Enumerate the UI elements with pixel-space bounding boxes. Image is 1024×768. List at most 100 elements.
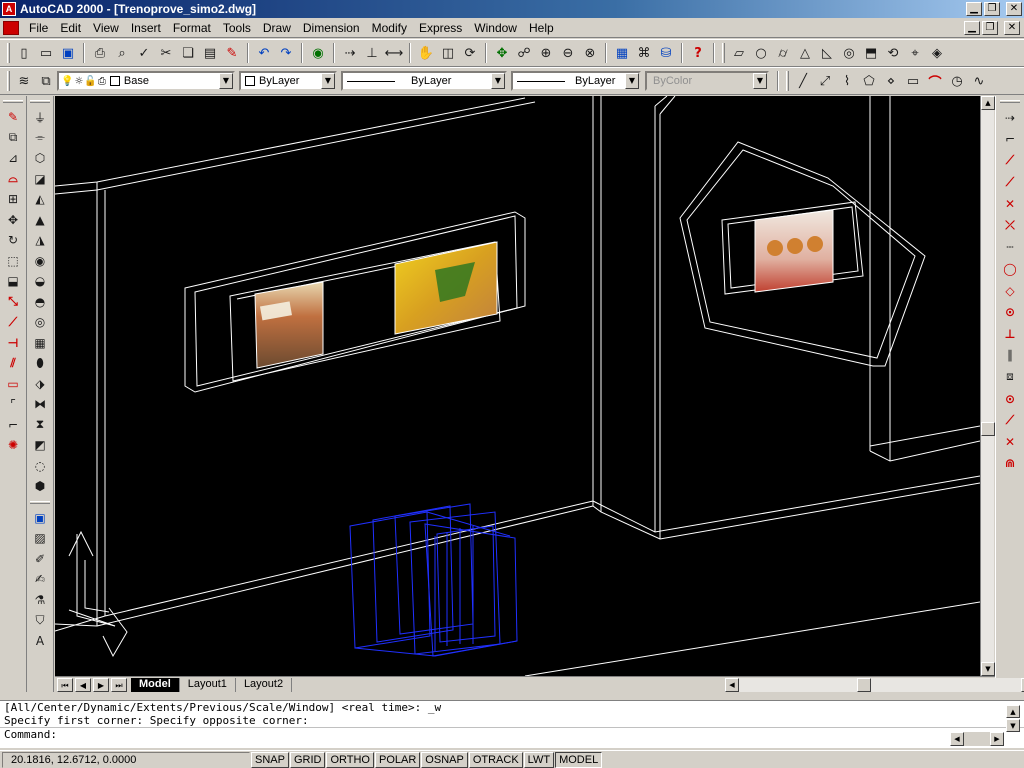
help-icon[interactable]: ?	[687, 42, 709, 64]
paste-icon[interactable]: ▤	[199, 42, 221, 64]
slice-icon[interactable]: ⌖	[904, 42, 926, 64]
snap-midpoint-icon[interactable]: ⟋	[999, 172, 1021, 194]
pan-icon[interactable]: ✥	[491, 42, 513, 64]
snap-nearest-icon[interactable]: ⟋	[999, 409, 1021, 431]
design-center-icon[interactable]: ⌘	[633, 42, 655, 64]
tab-prev-icon[interactable]: ◀	[75, 677, 91, 692]
arc-icon[interactable]: ⌒	[924, 70, 946, 92]
save-icon[interactable]: ▣	[57, 42, 79, 64]
chevron-down-icon[interactable]: ▼	[491, 73, 505, 89]
new-icon[interactable]: ▯	[13, 42, 35, 64]
menu-insert[interactable]: Insert	[125, 21, 167, 35]
box-icon[interactable]: ▱	[728, 42, 750, 64]
solid-wedge-icon[interactable]: ◪	[29, 169, 51, 190]
array-icon[interactable]: ⊞	[2, 189, 24, 210]
temp-tracking-icon[interactable]: ⇢	[999, 107, 1021, 129]
print-preview-icon[interactable]: ⌕	[111, 42, 133, 64]
tab-layout2[interactable]: Layout2	[236, 677, 293, 692]
chevron-down-icon[interactable]: ▼	[219, 73, 233, 89]
hide-icon[interactable]: ▨	[29, 528, 51, 549]
rectangle-icon[interactable]: ▭	[902, 70, 924, 92]
light-icon[interactable]: ✍	[29, 569, 51, 590]
zoom-realtime-icon[interactable]: ☍	[513, 42, 535, 64]
copy-icon[interactable]: ❏	[177, 42, 199, 64]
torus-icon[interactable]: ◎	[838, 42, 860, 64]
section-icon[interactable]: ◈	[926, 42, 948, 64]
layer-dropdown[interactable]: 💡 ☼ 🔓 ⎙ Base ▼	[57, 71, 235, 91]
lineweight-dropdown[interactable]: ByLayer ▼	[511, 71, 641, 91]
layers-icon[interactable]: ⧉	[35, 70, 57, 92]
linetype-dropdown[interactable]: ByLayer ▼	[341, 71, 507, 91]
cut-icon[interactable]: ✂	[155, 42, 177, 64]
hyperlink-icon[interactable]: ◉	[307, 42, 329, 64]
menu-view[interactable]: View	[87, 21, 125, 35]
open-icon[interactable]: ▭	[35, 42, 57, 64]
ucs-icon[interactable]: ⊥	[361, 42, 383, 64]
spline-icon[interactable]: ∿	[968, 70, 990, 92]
break-point-icon[interactable]: ▭	[2, 374, 24, 395]
lengthen-icon[interactable]: ⤡	[2, 292, 24, 313]
scroll-left-icon[interactable]: ◀	[950, 732, 964, 746]
render-icon[interactable]: ⏚	[29, 107, 51, 128]
solid-sphere-icon[interactable]: ◉	[29, 251, 51, 272]
solid-pyramid-icon[interactable]: ◭	[29, 189, 51, 210]
mirror-icon[interactable]: ⊿	[2, 148, 24, 169]
zoom-previous-icon[interactable]: ⊖	[557, 42, 579, 64]
cone-icon[interactable]: △	[794, 42, 816, 64]
undo-icon[interactable]: ↶	[253, 42, 275, 64]
stretch-icon[interactable]: ⬓	[2, 271, 24, 292]
doc-restore-button[interactable]: ❐	[982, 20, 998, 35]
construction-line-icon[interactable]: ⤢	[814, 70, 836, 92]
solid-edgesurf-icon[interactable]: ⧗	[29, 415, 51, 436]
rotate-icon[interactable]: ↻	[2, 230, 24, 251]
menu-dimension[interactable]: Dimension	[297, 21, 366, 35]
trim-icon[interactable]: ⟋	[2, 312, 24, 333]
menu-express[interactable]: Express	[413, 21, 468, 35]
ortho-toggle[interactable]: ORTHO	[326, 751, 374, 768]
solid-dome-icon[interactable]: ◒	[29, 271, 51, 292]
break-icon[interactable]: ⫽	[2, 353, 24, 374]
vertical-scrollbar[interactable]: ▲ ▼	[980, 96, 995, 676]
snap-endpoint-icon[interactable]: ⟋	[999, 150, 1021, 172]
view-icon[interactable]: ▣	[29, 508, 51, 529]
text-icon[interactable]: A	[29, 631, 51, 652]
plotstyle-dropdown[interactable]: ByColor ▼	[645, 71, 769, 91]
toolbar-grip[interactable]	[30, 100, 50, 103]
command-scrollbar[interactable]: ▲ ▼	[1006, 705, 1020, 732]
restore-button[interactable]: ❐	[984, 2, 1000, 16]
horizontal-scrollbar[interactable]: ◀ ▶	[725, 678, 1024, 692]
polyline-icon[interactable]: ⌇	[836, 70, 858, 92]
toolbar-grip[interactable]	[786, 71, 789, 91]
erase-icon[interactable]: ✎	[2, 107, 24, 128]
polygon-icon[interactable]: ⬠	[858, 70, 880, 92]
menu-edit[interactable]: Edit	[54, 21, 87, 35]
document-icon[interactable]	[3, 20, 19, 35]
scroll-thumb[interactable]	[981, 422, 995, 436]
fillet-icon[interactable]: ⌐	[2, 415, 24, 436]
zoom-window-icon[interactable]: ⊕	[535, 42, 557, 64]
osnap-toggle[interactable]: OSNAP	[421, 751, 468, 768]
snap-perpendicular-icon[interactable]: ⊥	[999, 323, 1021, 345]
menu-window[interactable]: Window	[468, 21, 523, 35]
toolbar-grip[interactable]	[1000, 100, 1020, 103]
properties-icon[interactable]: ▦	[611, 42, 633, 64]
snap-insert-icon[interactable]: ⧈	[999, 366, 1021, 388]
doc-minimize-button[interactable]: ▁	[964, 20, 980, 35]
solid-tabsurf-icon[interactable]: ⬗	[29, 374, 51, 395]
chevron-down-icon[interactable]: ▼	[625, 73, 639, 89]
snap-node-icon[interactable]: ⊙	[999, 388, 1021, 410]
snap-intersection-icon[interactable]: ✕	[999, 193, 1021, 215]
menu-help[interactable]: Help	[523, 21, 560, 35]
spelling-icon[interactable]: ✓	[133, 42, 155, 64]
toolbar-grip[interactable]	[7, 71, 10, 91]
scroll-left-icon[interactable]: ◀	[725, 678, 739, 692]
toolbar-grip[interactable]	[3, 100, 23, 103]
material-icon[interactable]: ⚗	[29, 590, 51, 611]
redraw-icon[interactable]: ✋	[415, 42, 437, 64]
cylinder-icon[interactable]: ⌭	[772, 42, 794, 64]
autocad-logo-icon[interactable]: A	[2, 2, 16, 16]
selected-objects[interactable]	[349, 503, 518, 657]
sphere-icon[interactable]: ○	[750, 42, 772, 64]
lwt-toggle[interactable]: LWT	[523, 751, 555, 768]
solid-dish-icon[interactable]: ◓	[29, 292, 51, 313]
